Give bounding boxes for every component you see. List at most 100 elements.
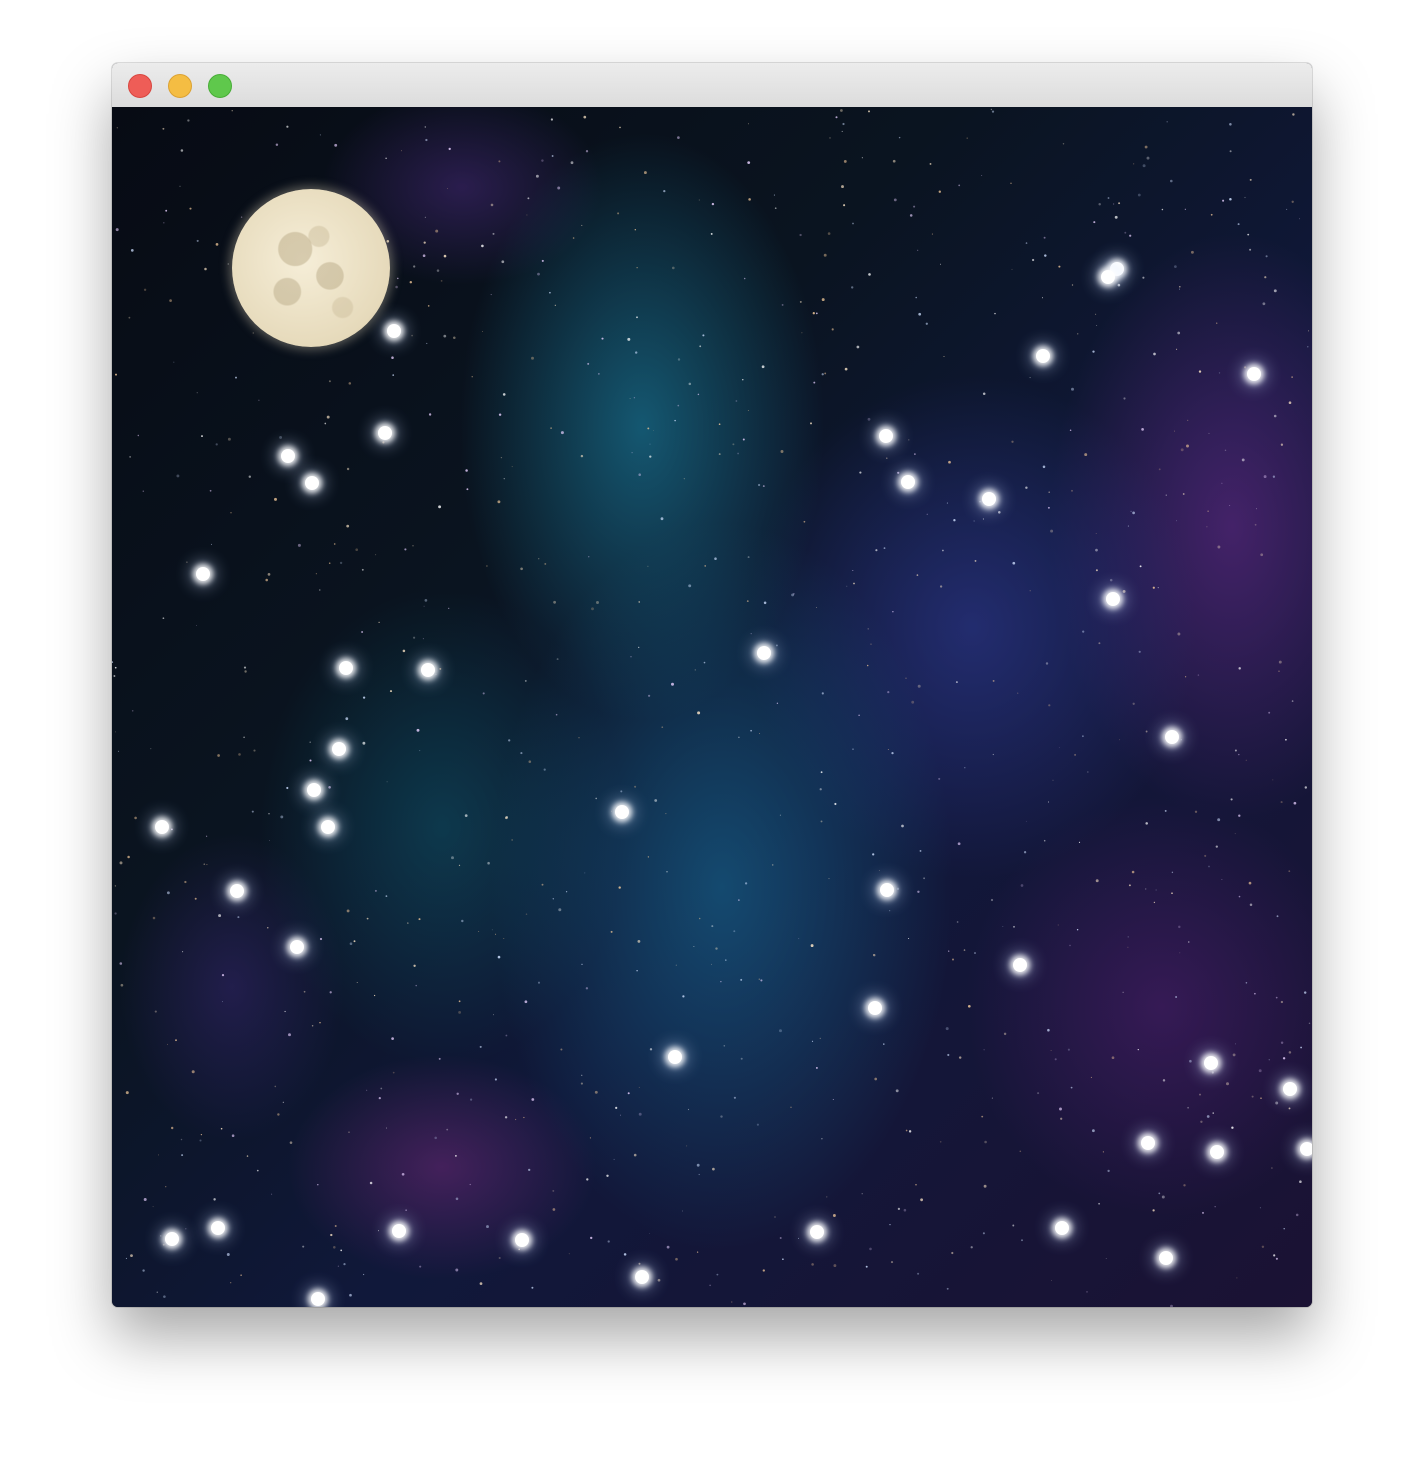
dust-star bbox=[990, 898, 994, 902]
dust-star bbox=[759, 733, 760, 734]
dust-star bbox=[1098, 1202, 1100, 1205]
dust-star bbox=[781, 303, 784, 306]
dust-star bbox=[671, 682, 674, 686]
dust-star bbox=[1157, 586, 1159, 589]
dust-star bbox=[955, 681, 958, 684]
close-button[interactable] bbox=[128, 74, 152, 98]
dust-star bbox=[552, 1189, 555, 1192]
dust-star bbox=[378, 621, 380, 624]
dust-star bbox=[775, 644, 778, 647]
dust-star bbox=[957, 842, 961, 846]
dust-star bbox=[1169, 179, 1173, 183]
dust-star bbox=[309, 759, 312, 762]
title-bar[interactable] bbox=[112, 63, 1312, 108]
dust-star bbox=[697, 711, 701, 715]
dust-star bbox=[1211, 1071, 1214, 1074]
dust-star bbox=[1002, 925, 1004, 928]
dust-star bbox=[498, 413, 502, 416]
dust-star bbox=[704, 565, 707, 567]
dust-star bbox=[917, 1272, 920, 1275]
dust-star bbox=[990, 108, 993, 111]
dust-star bbox=[735, 400, 738, 402]
star-icon bbox=[281, 449, 295, 463]
dust-star bbox=[660, 517, 664, 521]
dust-star bbox=[829, 137, 831, 139]
dust-star bbox=[1259, 1207, 1261, 1209]
dust-star bbox=[221, 1001, 223, 1003]
dust-star bbox=[1131, 870, 1135, 874]
dust-star bbox=[490, 294, 492, 296]
dust-star bbox=[607, 1240, 610, 1243]
dust-star bbox=[1278, 670, 1280, 672]
dust-star bbox=[1095, 548, 1098, 552]
dust-star bbox=[1070, 1086, 1073, 1089]
dust-star bbox=[698, 917, 701, 920]
zoom-button[interactable] bbox=[208, 74, 232, 98]
minimize-button[interactable] bbox=[168, 74, 192, 98]
dust-star bbox=[918, 312, 922, 316]
dust-star bbox=[1265, 255, 1268, 258]
dust-star bbox=[852, 569, 854, 572]
dust-star bbox=[580, 1082, 583, 1085]
dust-star bbox=[552, 898, 554, 900]
dust-star bbox=[1012, 561, 1016, 565]
dust-star bbox=[1078, 841, 1081, 843]
dust-star bbox=[715, 947, 718, 950]
dust-star bbox=[991, 1097, 993, 1099]
dust-star bbox=[834, 802, 837, 806]
dust-star bbox=[416, 728, 420, 732]
dust-star bbox=[982, 518, 984, 520]
dust-star bbox=[1278, 660, 1282, 664]
dust-star bbox=[115, 731, 116, 733]
dust-star bbox=[1200, 1120, 1203, 1123]
dust-star bbox=[810, 422, 812, 425]
dust-star bbox=[590, 1236, 593, 1240]
dust-star bbox=[114, 885, 117, 887]
dust-star bbox=[1231, 1126, 1234, 1129]
star-icon bbox=[615, 805, 629, 819]
dust-star bbox=[407, 922, 409, 924]
dust-star bbox=[798, 1237, 800, 1239]
dust-star bbox=[1047, 1028, 1050, 1032]
star-icon bbox=[1300, 1142, 1312, 1156]
dust-star bbox=[543, 768, 546, 771]
dust-star bbox=[492, 232, 495, 235]
dust-star bbox=[1029, 377, 1031, 379]
dust-star bbox=[334, 1225, 337, 1227]
dust-star bbox=[618, 886, 621, 889]
dust-star bbox=[841, 130, 843, 132]
dust-star bbox=[205, 835, 208, 837]
dust-star bbox=[369, 1181, 373, 1185]
dust-star bbox=[635, 351, 638, 354]
dust-star bbox=[1303, 991, 1307, 994]
dust-star bbox=[185, 1228, 187, 1230]
dust-star bbox=[1071, 387, 1074, 391]
night-sky-canvas[interactable] bbox=[112, 107, 1312, 1307]
dust-star bbox=[742, 379, 744, 381]
dust-star bbox=[179, 185, 181, 187]
dust-star bbox=[666, 1245, 670, 1249]
dust-star bbox=[815, 1066, 818, 1069]
dust-star bbox=[842, 122, 845, 126]
dust-star bbox=[826, 1196, 828, 1198]
dust-star bbox=[821, 1138, 823, 1140]
dust-star bbox=[1171, 871, 1174, 874]
dust-star bbox=[163, 221, 165, 224]
dust-star bbox=[1019, 1150, 1022, 1153]
dust-star bbox=[853, 582, 855, 585]
dust-star bbox=[200, 1133, 203, 1136]
dust-star bbox=[337, 1265, 339, 1267]
dust-star bbox=[1254, 992, 1256, 995]
dust-star bbox=[340, 1249, 343, 1252]
dust-star bbox=[531, 356, 534, 360]
dust-star bbox=[743, 1302, 746, 1306]
dust-star bbox=[1280, 1041, 1284, 1045]
dust-star bbox=[1092, 350, 1095, 353]
dust-star bbox=[248, 475, 251, 478]
dust-star bbox=[865, 1265, 868, 1268]
dust-star bbox=[776, 702, 779, 704]
dust-star bbox=[221, 974, 225, 977]
dust-star bbox=[324, 422, 327, 425]
dust-star bbox=[1050, 1050, 1052, 1052]
dust-star bbox=[613, 1158, 615, 1160]
